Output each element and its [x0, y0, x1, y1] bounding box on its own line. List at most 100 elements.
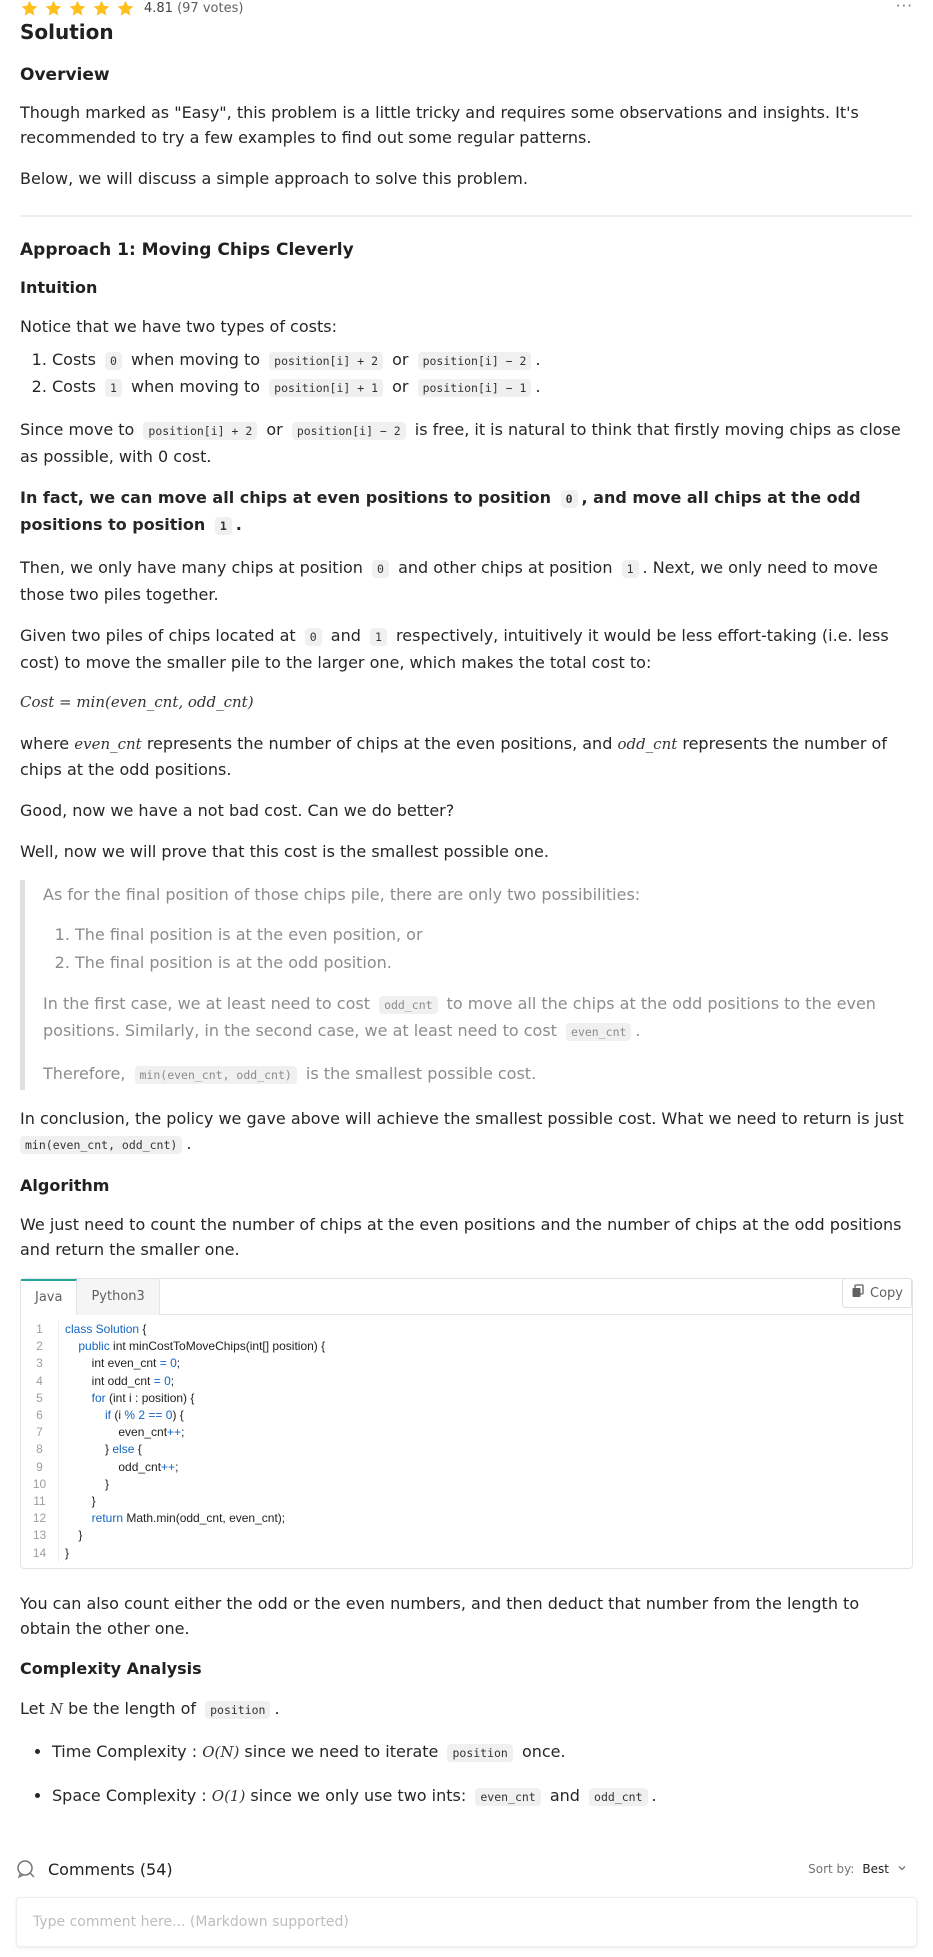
line-numbers: 1 2 3 4 5 6 7 8 9 10 11 12 13 14 — [21, 1321, 59, 1562]
code-line: } — [65, 1476, 110, 1491]
sort-label: Sort by: — [808, 1862, 855, 1876]
text: where — [20, 734, 70, 753]
inline-code: 0 — [105, 352, 122, 370]
text: and — [330, 626, 361, 645]
time-complexity-item: Time Complexity : O(N) since we need to … — [52, 1739, 913, 1766]
code-line: } — [65, 1528, 83, 1543]
math-n: N — [49, 1699, 63, 1718]
proof-blockquote: As for the final position of those chips… — [20, 880, 913, 1090]
more-options-icon[interactable]: ··· — [896, 0, 913, 14]
space-complexity-item: Space Complexity : O(1) since we only us… — [52, 1783, 913, 1810]
text: be the length of — [68, 1698, 196, 1718]
inline-code: position — [205, 1700, 271, 1719]
line-number: 13 — [32, 1528, 47, 1543]
complexity-list: Time Complexity : O(N) since we need to … — [20, 1739, 913, 1810]
cost-item-text: when moving to — [131, 350, 261, 369]
where-paragraph: where even_cnt represents the number of … — [20, 731, 913, 782]
comment-search-icon — [16, 1859, 36, 1879]
rating-bar: 4.81 (97 votes) ··· — [20, 0, 913, 16]
text: In the first case, we at least need to c… — [43, 994, 370, 1013]
text: since we need to iterate — [244, 1741, 439, 1761]
comment-input[interactable] — [17, 1898, 916, 1946]
star-icon[interactable] — [116, 0, 135, 18]
inline-code: min(even_cnt, odd_cnt) — [20, 1136, 183, 1154]
tab-python3[interactable]: Python3 — [77, 1279, 160, 1315]
code-line: return Math.min(odd_cnt, even_cnt); — [91, 1511, 286, 1526]
text: and — [549, 1785, 580, 1805]
line-number: 5 — [36, 1390, 43, 1405]
quote-first-case: In the first case, we at least need to c… — [43, 991, 913, 1045]
star-icon[interactable] — [92, 0, 111, 18]
inline-code: position[i] − 1 — [417, 379, 532, 397]
star-icon[interactable] — [44, 0, 63, 18]
star-icon[interactable] — [20, 0, 39, 18]
tab-java[interactable]: Java — [21, 1279, 78, 1315]
text: . — [186, 1134, 192, 1153]
text: Time Complexity : — [52, 1741, 198, 1761]
inline-code: even_cnt — [475, 1787, 541, 1806]
then-paragraph: Then, we only have many chips at positio… — [20, 555, 913, 607]
inline-code: odd_cnt — [589, 1787, 648, 1806]
key-insight-paragraph: In fact, we can move all chips at even p… — [20, 485, 913, 539]
cost-item-text: Costs — [52, 377, 96, 396]
text: In fact, we can move all chips at even p… — [20, 488, 552, 507]
article-content: Solution Overview Though marked as "Easy… — [20, 18, 913, 1810]
page-title: Solution — [20, 20, 114, 44]
inline-code: 1 — [214, 517, 232, 535]
text: . — [235, 515, 242, 534]
rating-value: 4.81 — [144, 0, 173, 16]
code-line: for (int i : position) { — [91, 1390, 195, 1405]
text: Therefore, — [43, 1064, 126, 1083]
line-number: 11 — [33, 1494, 46, 1509]
math-space: O(1) — [211, 1786, 246, 1805]
inline-code: min(even_cnt, odd_cnt) — [134, 1066, 297, 1084]
inline-code: 1 — [621, 560, 639, 578]
copy-label: Copy — [870, 1285, 903, 1301]
math-odd-cnt: odd_cnt — [617, 735, 678, 753]
code-tabs: Java Python3 Copy — [21, 1278, 912, 1315]
rating-stars[interactable] — [20, 0, 135, 18]
code-line: } — [65, 1494, 96, 1509]
intuition-heading: Intuition — [20, 278, 98, 297]
cost-item-1: Costs 0 when moving to position[i] + 2 o… — [52, 347, 913, 374]
solution-page: 4.81 (97 votes) ··· Solution Overview Th… — [0, 0, 933, 1957]
text: Given two piles of chips located at — [20, 626, 296, 645]
inline-code: position[i] + 1 — [269, 379, 384, 397]
line-number: 4 — [36, 1373, 43, 1388]
text: is the smallest possible cost. — [305, 1064, 537, 1083]
line-number: 2 — [36, 1339, 43, 1354]
cost-item-text: . — [535, 377, 541, 396]
overview-heading: Overview — [20, 65, 110, 85]
star-icon[interactable] — [68, 0, 87, 18]
text: once. — [521, 1741, 566, 1761]
text: Space Complexity : — [52, 1785, 207, 1805]
copy-button[interactable]: Copy — [842, 1278, 912, 1308]
sort-value: Best — [862, 1862, 889, 1876]
comments-count: Comments (54) — [48, 1859, 173, 1879]
quote-therefore: Therefore, min(even_cnt, odd_cnt) is the… — [43, 1061, 913, 1088]
line-number: 3 — [36, 1356, 43, 1371]
copy-icon — [851, 1284, 865, 1302]
math-time: O(N) — [202, 1742, 240, 1761]
inline-code: position — [447, 1743, 513, 1762]
code-line: } — [65, 1545, 70, 1560]
text: . — [274, 1698, 280, 1718]
inline-code: 0 — [560, 490, 578, 508]
after-code-paragraph: You can also count either the odd or the… — [20, 1593, 860, 1638]
line-number: 14 — [32, 1545, 47, 1560]
code-line: even_cnt++; — [65, 1425, 185, 1440]
inline-code: position[i] + 2 — [143, 422, 258, 440]
inline-code: 0 — [304, 628, 322, 646]
code-line: public int minCostToMoveChips(int[] posi… — [78, 1339, 326, 1354]
cost-item-text: or — [392, 350, 409, 369]
inline-code: position[i] − 2 — [417, 352, 532, 370]
algorithm-heading: Algorithm — [20, 1176, 110, 1195]
text: Since move to — [20, 420, 135, 439]
cost-item-text: or — [392, 377, 409, 396]
inline-code: 1 — [105, 379, 122, 397]
cost-formula: Cost = min(even_cnt, odd_cnt) — [20, 693, 254, 711]
code-body[interactable]: 1 2 3 4 5 6 7 8 9 10 11 12 13 14 class Solution { pub… — [21, 1315, 912, 1568]
comments-header: Comments (54) Sort by: Best — [16, 1858, 913, 1880]
sort-dropdown[interactable]: Sort by: Best — [808, 1862, 907, 1876]
text: and other chips at position — [398, 558, 613, 577]
